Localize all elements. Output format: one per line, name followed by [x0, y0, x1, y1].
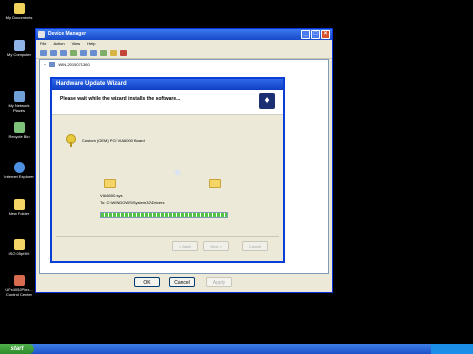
dialog-footer: OK Cancel Apply: [36, 272, 332, 292]
menu-bar: File Action View Help: [36, 40, 332, 48]
properties-icon[interactable]: [60, 50, 67, 56]
control-center-icon: [13, 275, 25, 286]
device-manager-titlebar[interactable]: Device Manager _ □ ×: [36, 29, 332, 40]
desktop-icon-network-places[interactable]: My Network Places: [2, 91, 36, 113]
my-documents-icon: [13, 3, 25, 14]
desktop-icon-my-computer[interactable]: My Computer: [2, 40, 36, 58]
desktop-icon-label: My Documents: [5, 15, 33, 20]
menu-file[interactable]: File: [40, 40, 46, 48]
my-computer-icon: [13, 40, 25, 51]
desktop-icon-label: UFx4052Plex... Control Center: [5, 287, 33, 297]
recycle-bin-icon: [13, 122, 25, 133]
progress-fill: [101, 213, 227, 217]
device-name: Custom (OEM) PCI VIA6000 Board: [82, 137, 145, 143]
scan-hardware-icon[interactable]: [90, 50, 97, 56]
minimize-button[interactable]: _: [301, 30, 310, 39]
toolbar: [36, 48, 332, 59]
next-button[interactable]: Next >: [203, 241, 229, 251]
print-icon[interactable]: [70, 50, 77, 56]
desktop-icon-new-folder[interactable]: New Folder: [2, 199, 36, 217]
desktop-icon-label: My Network Places: [8, 103, 30, 113]
device-manager-icon: [38, 31, 45, 38]
system-tray: [431, 344, 473, 354]
close-button[interactable]: ×: [321, 30, 330, 39]
disable-icon[interactable]: [110, 50, 117, 56]
window-controls: _ □ ×: [301, 30, 330, 39]
internet-explorer-icon: [13, 162, 25, 173]
desktop-icon-control-center[interactable]: UFx4052Plex... Control Center: [2, 275, 36, 297]
update-driver-icon[interactable]: [100, 50, 107, 56]
computer-icon: [49, 62, 56, 67]
apply-button[interactable]: Apply: [206, 277, 232, 287]
tree-root-label: WIN-2015071360: [58, 62, 90, 67]
ok-button[interactable]: OK: [134, 277, 160, 287]
device-row: Custom (OEM) PCI VIA6000 Board: [66, 134, 145, 147]
wizard-cancel-button[interactable]: Cancel: [242, 241, 268, 251]
folder-icon: [13, 199, 25, 210]
tree-root-item[interactable]: − WIN-2015071360: [40, 60, 328, 67]
start-button[interactable]: start: [0, 344, 34, 354]
menu-action[interactable]: Action: [53, 40, 64, 48]
taskbar: start: [0, 344, 473, 354]
destination-path: To: C:\WINDOWS\System32\Drivers: [100, 200, 165, 205]
menu-view[interactable]: View: [72, 40, 81, 48]
network-places-icon: [13, 91, 25, 102]
file-name: VIA6000.sys: [100, 193, 123, 198]
wizard-titlebar[interactable]: Hardware Update Wizard: [52, 79, 283, 90]
minus-icon[interactable]: −: [44, 62, 46, 67]
desktop-icon-label: Internet Explorer: [4, 174, 34, 179]
source-folder-icon: [104, 179, 116, 188]
wizard-message: Please wait while the wizard installs th…: [60, 96, 181, 102]
help-icon[interactable]: [80, 50, 87, 56]
desktop-icon-label: My Computer: [6, 52, 31, 57]
desktop-icon-label: ISO 05pf4H: [8, 251, 30, 256]
wizard-header: Please wait while the wizard installs th…: [52, 90, 283, 115]
back-arrow-icon[interactable]: [40, 50, 47, 56]
back-button[interactable]: < Back: [172, 241, 198, 251]
desktop-icon-iso-folder[interactable]: ISO 05pf4H: [2, 239, 36, 257]
hardware-update-wizard: Hardware Update Wizard Please wait while…: [50, 77, 285, 263]
desktop-icon-internet-explorer[interactable]: Internet Explorer: [2, 162, 36, 180]
uninstall-icon[interactable]: [120, 50, 127, 56]
menu-help[interactable]: Help: [87, 40, 95, 48]
desktop-icon-recycle-bin[interactable]: Recycle Bin: [2, 122, 36, 140]
window-title: Device Manager: [48, 31, 87, 37]
desktop-icon-label: Recycle Bin: [8, 134, 30, 139]
flying-file-icon: [174, 169, 181, 176]
wizard-hardware-icon: ♦: [259, 93, 275, 109]
divider: [56, 236, 279, 237]
cancel-button[interactable]: Cancel: [169, 277, 195, 287]
desktop-icon-my-documents[interactable]: My Documents: [2, 3, 36, 21]
forward-arrow-icon[interactable]: [50, 50, 57, 56]
folder-icon: [13, 239, 25, 250]
key-icon: [66, 134, 76, 147]
maximize-button[interactable]: □: [311, 30, 320, 39]
desktop-icon-label: New Folder: [8, 211, 30, 216]
destination-folder-icon: [209, 179, 221, 188]
progress-bar: [100, 212, 228, 218]
